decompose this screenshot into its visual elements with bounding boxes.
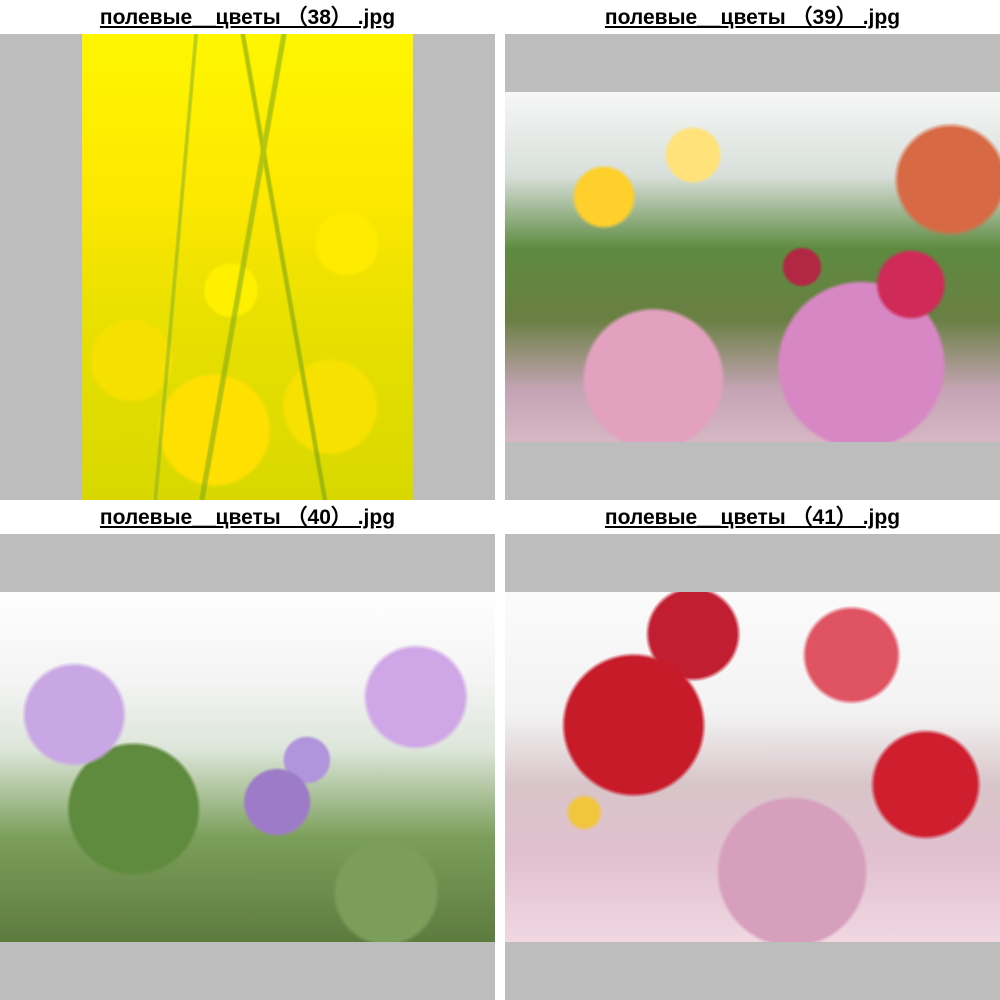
image-gallery-grid: полевые__цветы （38） .jpg полевые__цветы …	[0, 0, 1000, 1000]
image-filename-link[interactable]: полевые__цветы （39） .jpg	[505, 0, 1000, 34]
gallery-item: полевые__цветы （38） .jpg	[0, 0, 495, 500]
gallery-item: полевые__цветы （41） .jpg	[505, 500, 1000, 1000]
image-frame	[505, 534, 1000, 1000]
thumbnail-image[interactable]	[0, 592, 495, 942]
gallery-item: полевые__цветы （40） .jpg	[0, 500, 495, 1000]
image-frame	[505, 34, 1000, 500]
gallery-item: полевые__цветы （39） .jpg	[505, 0, 1000, 500]
image-filename-link[interactable]: полевые__цветы （41） .jpg	[505, 500, 1000, 534]
thumbnail-image[interactable]	[505, 592, 1000, 942]
violet-pansies-image	[0, 592, 495, 942]
flower-stems-overlay	[82, 34, 413, 500]
thumbnail-image[interactable]	[505, 92, 1000, 442]
image-filename-link[interactable]: полевые__цветы （40） .jpg	[0, 500, 495, 534]
red-pansies-image	[505, 592, 1000, 942]
thumbnail-image[interactable]	[82, 34, 413, 500]
image-frame	[0, 534, 495, 1000]
image-frame	[0, 34, 495, 500]
pansies-sunlight-image	[505, 92, 1000, 442]
image-filename-link[interactable]: полевые__цветы （38） .jpg	[0, 0, 495, 34]
